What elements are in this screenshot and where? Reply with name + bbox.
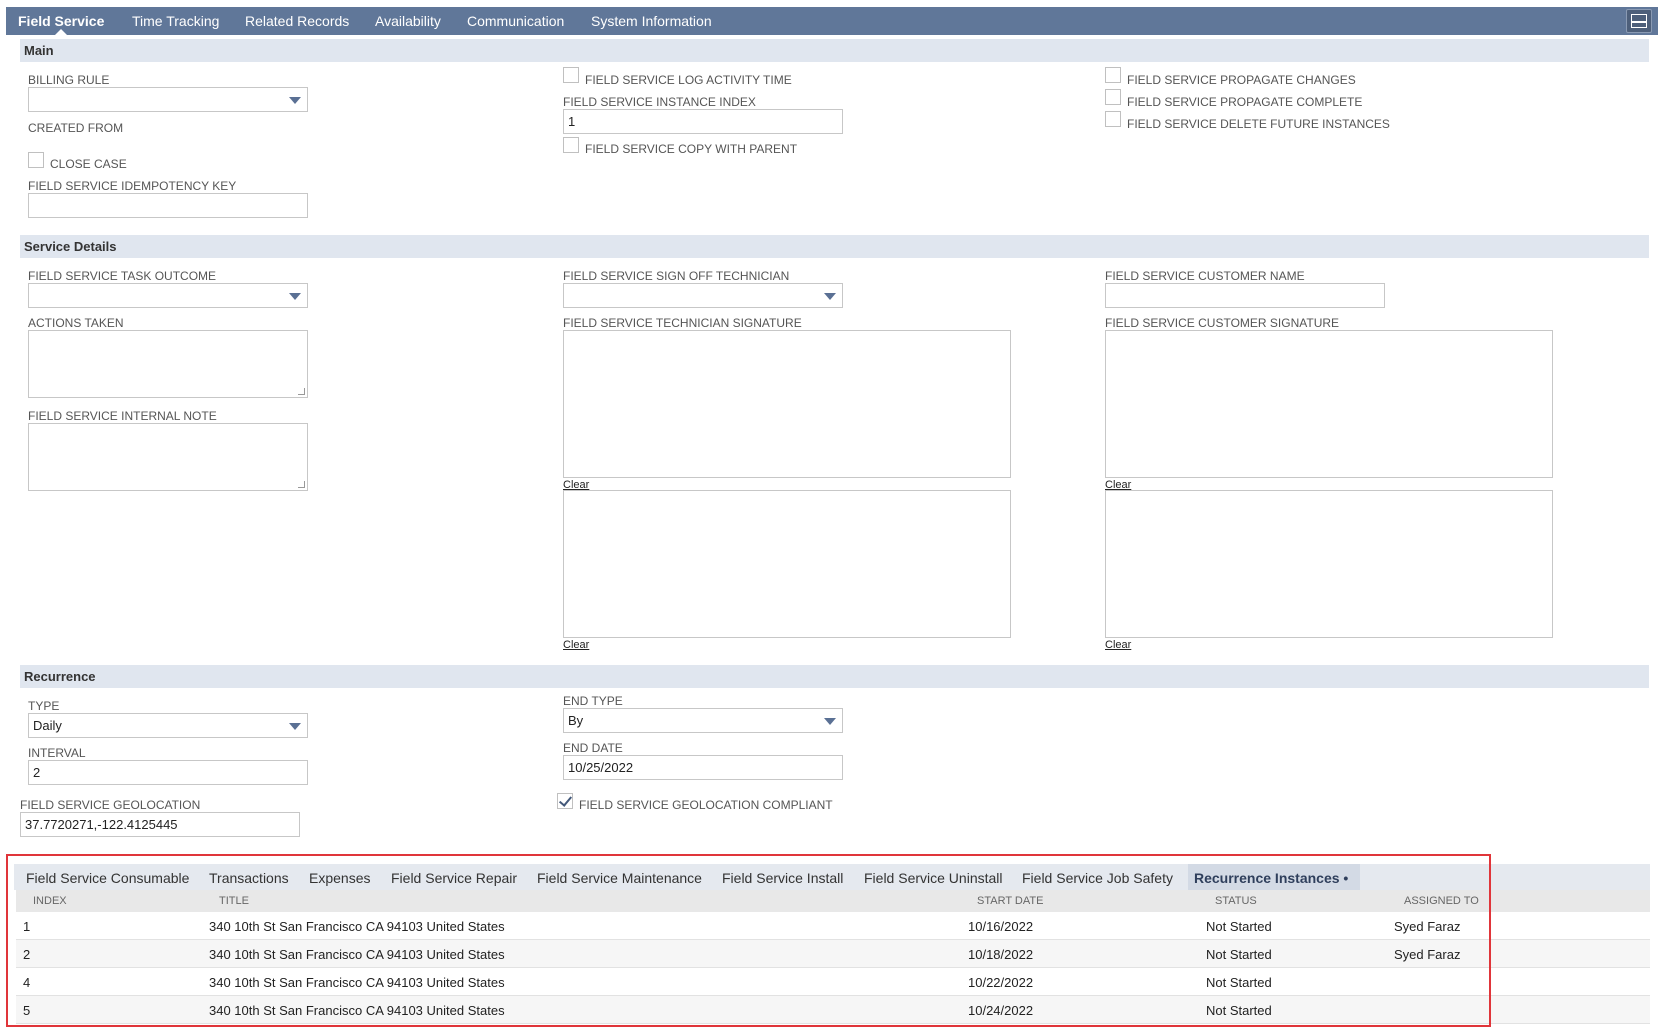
interval-label: INTERVAL: [28, 746, 86, 760]
delete-future-label: FIELD SERVICE DELETE FUTURE INSTANCES: [1127, 117, 1390, 131]
technician-signature-label: FIELD SERVICE TECHNICIAN SIGNATURE: [563, 316, 802, 330]
technician-signature-pad[interactable]: [563, 330, 1011, 478]
log-activity-time-checkbox[interactable]: [563, 67, 579, 83]
chevron-down-icon: [289, 293, 301, 300]
customer-signature-label: FIELD SERVICE CUSTOMER SIGNATURE: [1105, 316, 1340, 330]
geolocation-label: FIELD SERVICE GEOLOCATION: [20, 798, 201, 812]
chevron-down-icon: [824, 293, 836, 300]
section-service-details: Service Details: [20, 235, 1649, 258]
customer-name-input[interactable]: [1105, 283, 1385, 308]
tab-system-information[interactable]: System Information: [591, 13, 712, 29]
sign-off-technician-label: FIELD SERVICE SIGN OFF TECHNICIAN: [563, 269, 790, 283]
tab-communication[interactable]: Communication: [467, 13, 564, 29]
customer-signature-pad[interactable]: [1105, 330, 1553, 478]
customer-signature-2-clear-link[interactable]: Clear: [1105, 639, 1131, 651]
chevron-down-icon: [289, 723, 301, 730]
idempotency-key-input[interactable]: [28, 193, 308, 218]
interval-input[interactable]: 2: [28, 760, 308, 785]
delete-future-checkbox[interactable]: [1105, 111, 1121, 127]
internal-note-textarea[interactable]: [28, 423, 308, 491]
layout-menu-icon[interactable]: [1626, 9, 1652, 33]
section-recurrence: Recurrence: [20, 665, 1649, 688]
log-activity-time-label: FIELD SERVICE LOG ACTIVITY TIME: [585, 73, 792, 87]
end-type-value: By: [568, 713, 584, 728]
geolocation-compliant-checkbox[interactable]: [557, 793, 573, 809]
type-select[interactable]: Daily: [28, 713, 308, 738]
billing-rule-select[interactable]: [28, 87, 308, 112]
copy-with-parent-checkbox[interactable]: [563, 137, 579, 153]
tab-time-tracking[interactable]: Time Tracking: [132, 13, 219, 29]
geolocation-compliant-label: FIELD SERVICE GEOLOCATION COMPLIANT: [579, 798, 833, 812]
chevron-down-icon: [289, 97, 301, 104]
highlight-outline: [6, 854, 1491, 1027]
propagate-complete-label: FIELD SERVICE PROPAGATE COMPLETE: [1127, 95, 1363, 109]
billing-rule-label: BILLING RULE: [28, 73, 110, 87]
task-outcome-select[interactable]: [28, 283, 308, 308]
close-case-label: CLOSE CASE: [50, 157, 127, 171]
instance-index-label: FIELD SERVICE INSTANCE INDEX: [563, 95, 756, 109]
end-type-label: END TYPE: [563, 694, 623, 708]
idempotency-key-label: FIELD SERVICE IDEMPOTENCY KEY: [28, 179, 237, 193]
chevron-down-icon: [824, 718, 836, 725]
end-type-select[interactable]: By: [563, 708, 843, 733]
task-outcome-label: FIELD SERVICE TASK OUTCOME: [28, 269, 217, 283]
tab-field-service[interactable]: Field Service: [18, 13, 104, 29]
internal-note-label: FIELD SERVICE INTERNAL NOTE: [28, 409, 217, 423]
actions-taken-label: ACTIONS TAKEN: [28, 316, 124, 330]
type-label: TYPE: [28, 699, 60, 713]
actions-taken-textarea[interactable]: [28, 330, 308, 398]
resize-grip-icon[interactable]: [298, 388, 305, 395]
geolocation-input[interactable]: 37.7720271,-122.4125445: [20, 812, 300, 837]
customer-signature-pad-2[interactable]: [1105, 490, 1553, 638]
customer-name-label: FIELD SERVICE CUSTOMER NAME: [1105, 269, 1305, 283]
propagate-complete-checkbox[interactable]: [1105, 89, 1121, 105]
propagate-changes-label: FIELD SERVICE PROPAGATE CHANGES: [1127, 73, 1356, 87]
instance-index-input[interactable]: 1: [563, 109, 843, 134]
section-main: Main: [20, 39, 1649, 62]
technician-signature-2-clear-link[interactable]: Clear: [563, 639, 589, 651]
tab-related-records[interactable]: Related Records: [245, 13, 349, 29]
end-date-label: END DATE: [563, 741, 623, 755]
end-date-input[interactable]: 10/25/2022: [563, 755, 843, 780]
record-tab-bar: Field Service Time Tracking Related Reco…: [6, 7, 1658, 35]
created-from-label: CREATED FROM: [28, 121, 124, 135]
copy-with-parent-label: FIELD SERVICE COPY WITH PARENT: [585, 142, 798, 156]
active-tab-caret-icon: [55, 29, 67, 35]
type-value: Daily: [33, 718, 62, 733]
sign-off-technician-select[interactable]: [563, 283, 843, 308]
close-case-checkbox[interactable]: [28, 152, 44, 168]
propagate-changes-checkbox[interactable]: [1105, 67, 1121, 83]
tab-availability[interactable]: Availability: [375, 13, 441, 29]
technician-signature-pad-2[interactable]: [563, 490, 1011, 638]
resize-grip-icon[interactable]: [298, 481, 305, 488]
